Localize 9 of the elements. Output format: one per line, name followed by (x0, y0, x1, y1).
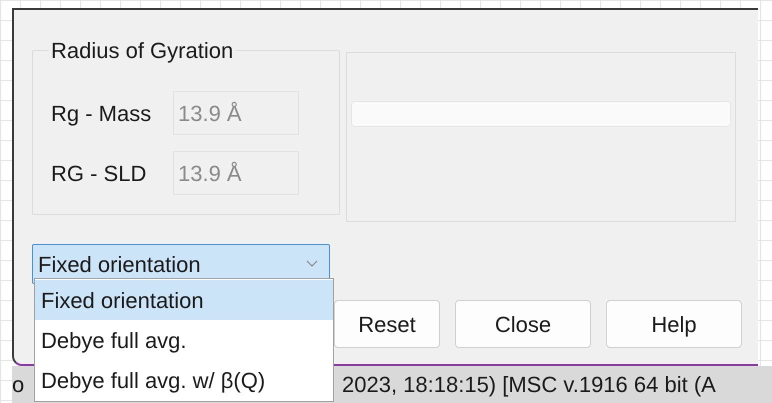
field-label: Rg - Mass (51, 100, 152, 128)
status-text: o (12, 371, 26, 399)
dialog-button[interactable]: Reset (334, 300, 440, 348)
dropdown-option[interactable]: Fixed orientation (35, 280, 333, 320)
chevron-icon (306, 260, 318, 268)
field-label: RG - SLD (51, 160, 148, 188)
status-text: 2023, 18:18:15) [MSC v.1916 64 bit (A (342, 371, 716, 399)
dialog-button[interactable]: Close (455, 300, 591, 348)
dialog-button[interactable]: Help (606, 300, 742, 348)
